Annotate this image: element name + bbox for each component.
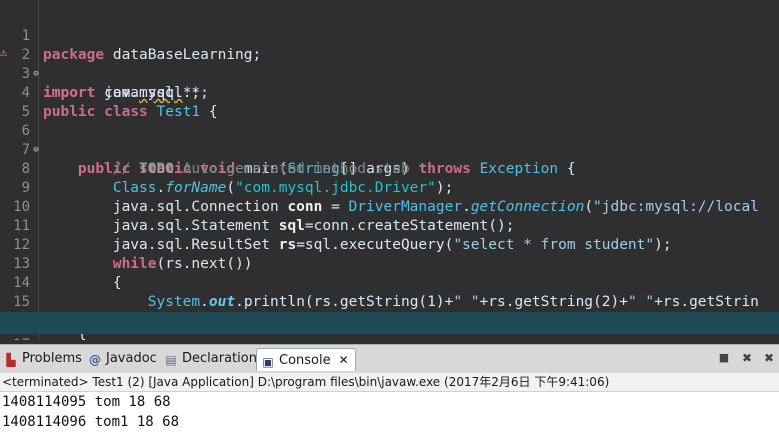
code-editor[interactable]: ⚠ 1 package dataBaseLearning; 2 ⊖ import…	[0, 0, 779, 340]
close-icon[interactable]: ✕	[339, 353, 349, 367]
code-line-17-current[interactable]: 17	[0, 312, 779, 340]
declaration-icon: ▤	[165, 353, 177, 367]
console-line: 1408114095 tom 18 68	[2, 394, 171, 410]
code-line-3[interactable]: 3 import com.mysql.*;	[0, 46, 779, 101]
code-line-1[interactable]: 1 package dataBaseLearning;	[0, 8, 779, 63]
code-line-11[interactable]: 11 java.sql.ResultSet rs=sql.executeQuer…	[0, 198, 779, 253]
console-output[interactable]: 1408114095 tom 18 68 1408114096 tom1 18 …	[0, 392, 779, 436]
code-line-10[interactable]: 10 java.sql.Statement sql=conn.createSta…	[0, 179, 779, 234]
tab-label: Javadoc	[106, 351, 157, 366]
tab-label: Problems	[22, 351, 82, 366]
tab-label: Declaration	[182, 351, 257, 366]
code-line-16[interactable]: 16 }	[0, 293, 779, 340]
javadoc-icon: @	[89, 353, 101, 367]
remove-all-icon[interactable]: ✖	[762, 351, 776, 365]
terminate-icon[interactable]: ■	[717, 351, 731, 365]
tab-javadoc[interactable]: @ Javadoc	[88, 348, 157, 370]
tab-label: Console	[279, 353, 331, 368]
view-tab-bar: ▙ Problems @ Javadoc ▤ Declaration ▣ Console…	[0, 344, 779, 373]
code-line-4[interactable]: 4 public class Test1 {	[0, 65, 779, 120]
console-icon: ▣	[262, 355, 274, 369]
console-line: 1408114096 tom1 18 68	[2, 414, 180, 430]
code-line-14[interactable]: 14 System.out.println(rs.getString(1)+" …	[0, 255, 779, 310]
code-line-5[interactable]: 5	[0, 84, 779, 120]
tab-problems[interactable]: ▙ Problems	[4, 348, 82, 370]
code-line-12[interactable]: 12 while(rs.next())	[0, 217, 779, 272]
tab-declaration[interactable]: ▤ Declaration	[164, 348, 257, 370]
code-line-15[interactable]: 15 }	[0, 274, 779, 329]
line-number: 17	[0, 334, 30, 340]
console-process-label: <terminated> Test1 (2) [Java Application…	[0, 373, 779, 392]
remove-launch-icon[interactable]: ✖	[740, 351, 754, 365]
code-line-2[interactable]: 2 ⊖ import java.sql.*;	[0, 27, 779, 101]
code-line-13[interactable]: 13 {	[0, 236, 779, 291]
code-line-9[interactable]: 9 java.sql.Connection conn = DriverManag…	[0, 160, 779, 215]
code-line-8[interactable]: 8 Class.forName("com.mysql.jdbc.Driver")…	[0, 141, 779, 196]
code-line-6[interactable]: 6 ⊖ public static void main(String[] arg…	[0, 103, 779, 177]
tab-console[interactable]: ▣ Console ✕	[256, 348, 356, 371]
code-line-7[interactable]: 7 // TODO Auto-generated method stub	[0, 122, 779, 177]
problems-icon: ▙	[6, 353, 16, 367]
